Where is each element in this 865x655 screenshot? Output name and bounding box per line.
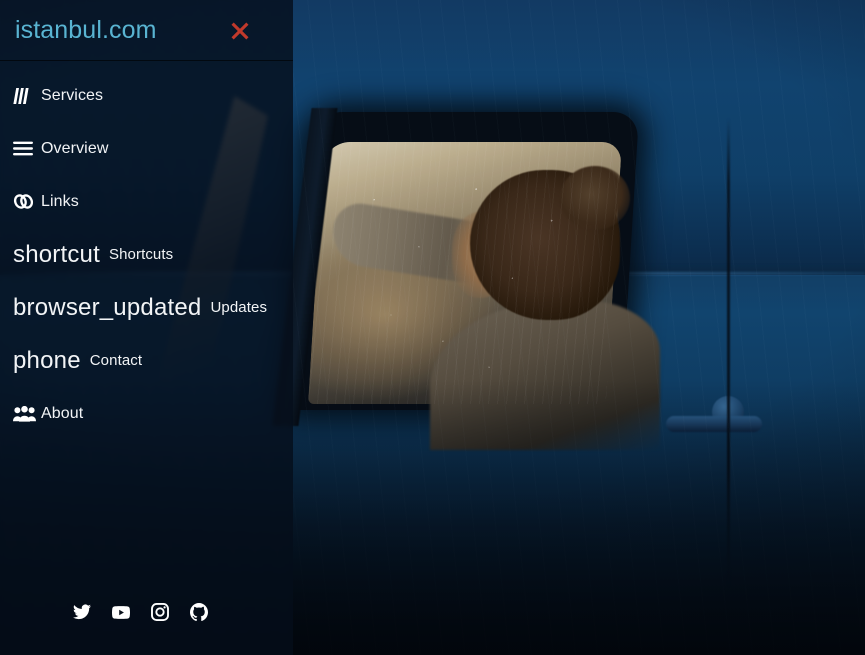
nav-item-label: Updates — [210, 299, 268, 316]
nav-item-shortcuts[interactable]: shortcut Shortcuts — [0, 228, 293, 281]
nav-item-label: Contact — [89, 352, 143, 369]
nav-item-contact[interactable]: phone Contact — [0, 334, 293, 387]
nav-item-about[interactable]: About — [0, 387, 293, 440]
nav-item-label: About — [41, 404, 84, 422]
social-link-youtube[interactable] — [112, 603, 130, 621]
page-root: istanbul.com Services Overview Links sho… — [0, 0, 865, 655]
nav-item-links[interactable]: Links — [0, 175, 293, 228]
sidebar-header: istanbul.com — [0, 0, 293, 61]
youtube-icon — [112, 605, 130, 619]
github-icon — [190, 603, 208, 621]
nav-item-label: Services — [41, 86, 104, 104]
close-x-icon — [231, 22, 249, 40]
twitter-icon — [73, 604, 91, 620]
navigation-sidebar: istanbul.com Services Overview Links sho… — [0, 0, 293, 655]
browser-updated-icon: browser_updated — [13, 293, 202, 321]
users-group-icon — [13, 405, 41, 422]
social-link-github[interactable] — [190, 603, 208, 621]
shortcut-icon: shortcut — [13, 240, 100, 268]
phone-icon: phone — [13, 346, 81, 374]
site-brand-title: istanbul.com — [15, 15, 157, 44]
nav-item-label: Overview — [41, 139, 109, 157]
nav-item-services[interactable]: Services — [0, 69, 293, 122]
social-links-bar — [0, 569, 293, 655]
nav-item-overview[interactable]: Overview — [0, 122, 293, 175]
instagram-icon — [151, 603, 169, 621]
nav-item-label: Links — [41, 192, 79, 210]
hamburger-menu-icon — [13, 141, 41, 156]
nav-item-label: Shortcuts — [108, 246, 174, 263]
social-link-twitter[interactable] — [73, 603, 91, 621]
social-link-instagram[interactable] — [151, 603, 169, 621]
chain-link-icon — [13, 193, 41, 210]
sidebar-menu: Services Overview Links shortcut Shortcu… — [0, 61, 293, 440]
close-menu-button[interactable] — [225, 16, 255, 46]
nav-item-updates[interactable]: browser_updated Updates — [0, 281, 293, 334]
signal-bars-icon — [13, 87, 41, 104]
